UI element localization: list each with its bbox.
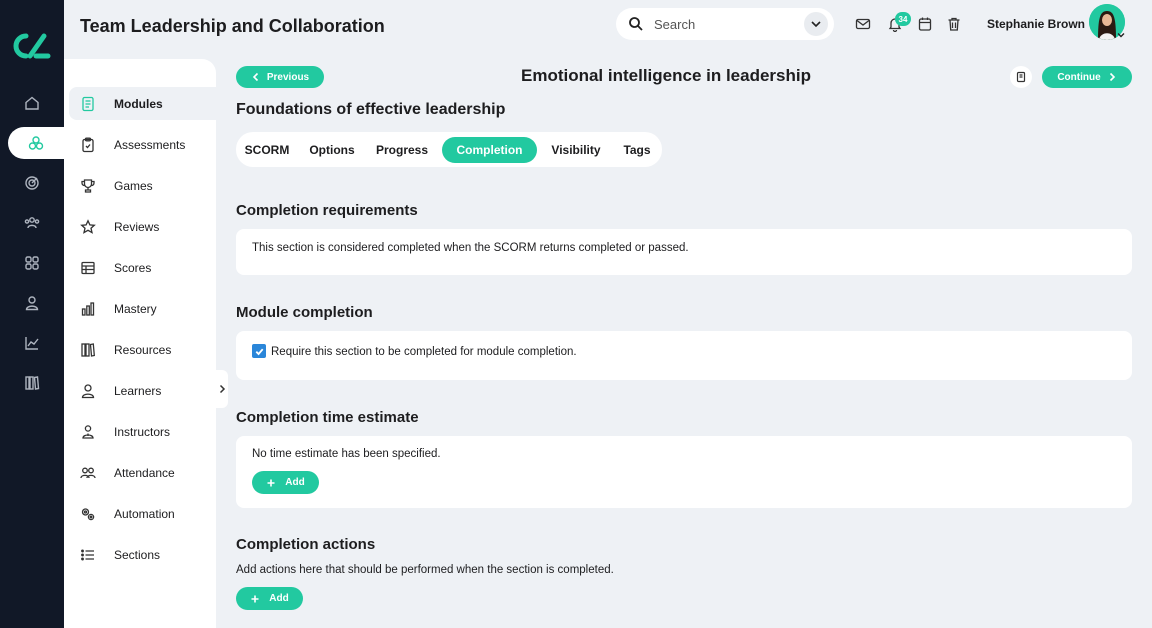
nav-item-instructors[interactable]: Instructors xyxy=(69,415,216,448)
page-title: Emotional intelligence in leadership xyxy=(520,66,811,85)
nav-item-games[interactable]: Games xyxy=(69,169,216,202)
nav-item-mastery[interactable]: Mastery xyxy=(69,292,216,325)
tab-tags[interactable]: Tags xyxy=(616,137,658,163)
rail-analytics-icon[interactable] xyxy=(0,327,64,359)
time-estimate-heading: Completion time estimate xyxy=(236,409,419,426)
nav-item-resources[interactable]: Resources xyxy=(69,333,216,366)
nav-item-label: Games xyxy=(114,178,153,193)
trash-icon[interactable] xyxy=(946,16,962,32)
mail-icon[interactable] xyxy=(855,16,871,32)
add-time-estimate-button[interactable]: Add xyxy=(252,471,319,494)
gears-icon xyxy=(80,506,96,522)
rail-profile-icon[interactable] xyxy=(0,287,64,319)
module-completion-heading: Module completion xyxy=(236,304,373,321)
previous-button[interactable]: Previous xyxy=(236,66,324,88)
document-icon xyxy=(80,96,96,112)
tab-options[interactable]: Options xyxy=(300,137,364,163)
sidenav-collapse-toggle[interactable] xyxy=(216,370,228,408)
nav-item-learners[interactable]: Learners xyxy=(69,374,216,407)
plus-icon xyxy=(251,595,259,602)
search-dropdown-button[interactable] xyxy=(804,12,828,36)
completion-actions-text: Add actions here that should be performe… xyxy=(236,564,614,576)
rail-modules-icon[interactable] xyxy=(8,127,64,159)
list-icon xyxy=(80,547,96,563)
nav-item-modules[interactable]: Modules xyxy=(69,87,216,120)
tab-scorm[interactable]: SCORM xyxy=(238,137,296,163)
user-name[interactable]: Stephanie Brown xyxy=(987,17,1085,31)
nav-item-label: Automation xyxy=(114,506,175,521)
continue-button[interactable]: Continue xyxy=(1042,66,1132,88)
calendar-icon[interactable] xyxy=(917,16,933,32)
table-icon xyxy=(80,260,96,276)
rail-library-icon[interactable] xyxy=(0,367,64,399)
check-icon xyxy=(255,348,263,355)
nav-item-sections[interactable]: Sections xyxy=(69,538,216,571)
completion-requirements-heading: Completion requirements xyxy=(236,202,418,219)
brand-logo[interactable] xyxy=(12,32,52,60)
nav-item-label: Sections xyxy=(114,547,161,562)
add-completion-action-button[interactable]: Add xyxy=(236,587,303,610)
books-icon xyxy=(80,342,96,358)
search-icon xyxy=(628,16,644,32)
nav-item-label: Scores xyxy=(114,260,152,275)
add-label: Add xyxy=(269,593,289,604)
time-estimate-text: No time estimate has been specified. xyxy=(252,448,441,460)
nav-item-assessments[interactable]: Assessments xyxy=(69,128,216,161)
trophy-icon xyxy=(80,178,96,194)
module-sidenav: Modules Assessments Games Reviews Scores… xyxy=(64,59,216,628)
completion-actions-heading: Completion actions xyxy=(236,536,376,553)
instructor-icon xyxy=(80,424,96,440)
chevron-down-icon xyxy=(811,21,821,28)
group-icon xyxy=(80,465,96,481)
rail-target-icon[interactable] xyxy=(0,167,64,199)
nav-item-label: Assessments xyxy=(114,137,186,152)
require-completion-label[interactable]: Require this section to be completed for… xyxy=(271,346,577,358)
previous-label: Previous xyxy=(266,71,310,83)
book-icon xyxy=(1016,71,1026,83)
search-bar[interactable] xyxy=(616,8,834,40)
plus-icon xyxy=(267,479,275,486)
app-title: Team Leadership and Collaboration xyxy=(80,16,385,36)
nav-item-label: Resources xyxy=(114,342,172,357)
clipboard-icon xyxy=(80,137,96,153)
search-input[interactable] xyxy=(654,16,794,32)
chevron-right-icon xyxy=(1109,72,1115,82)
rail-people-icon[interactable] xyxy=(0,207,64,239)
require-completion-checkbox[interactable] xyxy=(252,344,266,358)
app-rail xyxy=(0,0,64,628)
nav-item-attendance[interactable]: Attendance xyxy=(69,456,216,489)
nav-item-label: Instructors xyxy=(114,424,171,439)
nav-item-label: Mastery xyxy=(114,301,157,316)
rail-apps-icon[interactable] xyxy=(0,247,64,279)
avatar-chevron-icon[interactable] xyxy=(1116,30,1126,40)
tab-completion[interactable]: Completion xyxy=(442,137,537,163)
section-title: Foundations of effective leadership xyxy=(236,101,506,118)
time-estimate-card: No time estimate has been specified. xyxy=(236,436,1132,508)
nav-item-automation[interactable]: Automation xyxy=(69,497,216,530)
nav-item-label: Reviews xyxy=(114,219,160,234)
completion-requirements-text: This section is considered completed whe… xyxy=(252,242,689,254)
completion-requirements-card: This section is considered completed whe… xyxy=(236,229,1132,275)
notification-badge: 34 xyxy=(895,12,911,26)
star-icon xyxy=(80,218,96,235)
rail-home-icon[interactable] xyxy=(0,87,64,119)
section-tabs: SCORM Options Progress Completion Visibi… xyxy=(236,132,662,167)
bar-chart-icon xyxy=(80,301,96,317)
nav-item-label: Learners xyxy=(114,383,162,398)
book-button[interactable] xyxy=(1010,66,1032,88)
tab-progress[interactable]: Progress xyxy=(368,137,436,163)
person-icon xyxy=(80,383,96,399)
chevron-right-icon xyxy=(219,384,226,394)
nav-item-label: Modules xyxy=(114,96,163,111)
nav-item-scores[interactable]: Scores xyxy=(69,251,216,284)
nav-item-label: Attendance xyxy=(114,465,175,480)
nav-item-reviews[interactable]: Reviews xyxy=(69,210,216,243)
add-label: Add xyxy=(285,477,305,488)
tab-visibility[interactable]: Visibility xyxy=(542,137,610,163)
continue-label: Continue xyxy=(1057,71,1101,83)
chevron-left-icon xyxy=(252,72,258,82)
